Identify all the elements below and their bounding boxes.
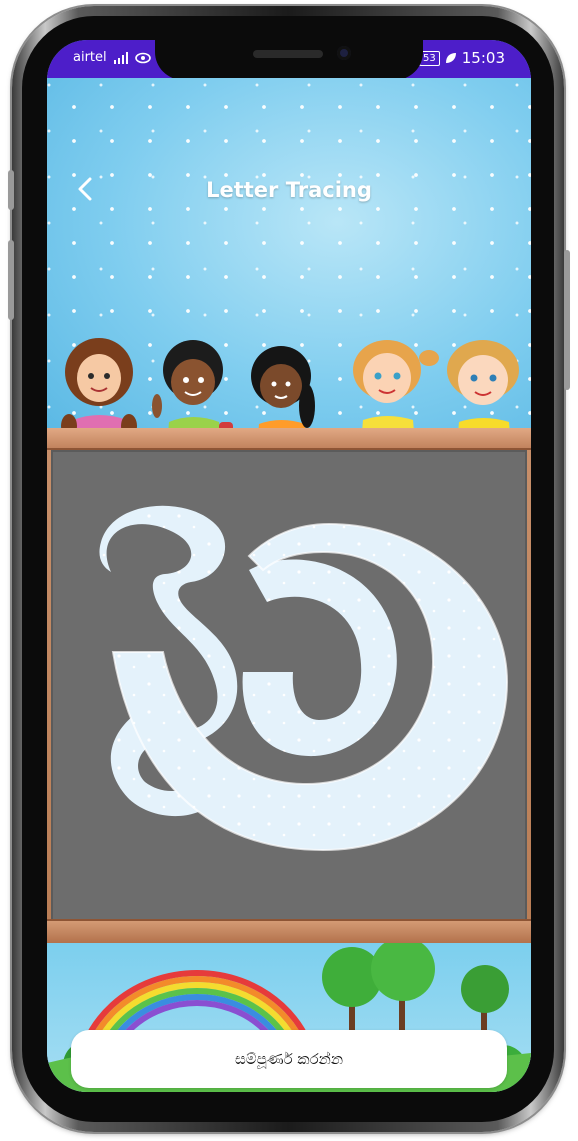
- tracing-canvas[interactable]: [51, 450, 527, 921]
- kid-figure: [353, 340, 439, 438]
- frame-rail: [47, 919, 531, 943]
- kids-illustration: [61, 338, 519, 438]
- kid-figure: [61, 338, 137, 438]
- front-camera: [337, 46, 351, 60]
- phone-side-button: [8, 240, 14, 320]
- status-right: 53 15:03: [419, 49, 505, 67]
- letter-outline[interactable]: [53, 452, 529, 923]
- camera-notch: [155, 40, 423, 80]
- header-banner: Letter Tracing: [47, 78, 531, 438]
- complete-button-label: සම්පූර්ණ කරන්න: [235, 1050, 343, 1068]
- kid-figure: [152, 340, 233, 438]
- phone-side-button: [564, 250, 570, 390]
- frame-rail: [47, 428, 531, 450]
- leaf-icon: [445, 53, 456, 63]
- signal-icon: [113, 51, 128, 64]
- carrier-label: airtel: [73, 50, 107, 65]
- speaker-grille: [253, 50, 323, 58]
- status-left: airtel: [73, 50, 151, 65]
- eye-icon: [134, 52, 151, 63]
- status-bar: airtel 53 15:03: [47, 40, 531, 80]
- app-screen: airtel 53 15:03 Letter Tracing සම්පූර්ණ …: [47, 40, 531, 1092]
- phone-side-button: [8, 170, 14, 210]
- tracing-board-frame: [47, 428, 531, 943]
- kid-figure: [251, 346, 315, 438]
- clock: 15:03: [461, 49, 505, 67]
- complete-button[interactable]: සම්පූර්ණ කරන්න: [71, 1030, 507, 1088]
- kid-figure: [447, 340, 519, 438]
- page-title: Letter Tracing: [206, 178, 372, 202]
